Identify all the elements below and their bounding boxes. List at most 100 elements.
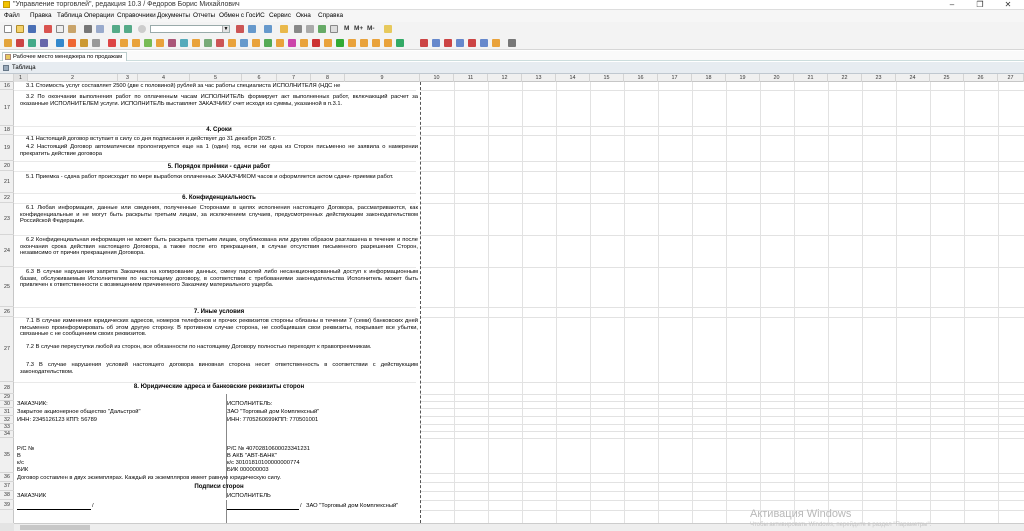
green-book-icon[interactable] — [396, 39, 404, 47]
open-folder-icon[interactable] — [16, 25, 24, 33]
memory-plus-button[interactable]: M+ — [354, 24, 363, 34]
menu-gosis[interactable]: Обмен с ГосИС — [219, 10, 265, 22]
row-header[interactable]: 21 — [0, 171, 14, 193]
import-icon[interactable] — [360, 39, 368, 47]
column-header[interactable]: 11 — [454, 74, 488, 82]
row-header[interactable]: 30 — [0, 401, 14, 408]
export-icon[interactable] — [348, 39, 356, 47]
column-header[interactable]: 6 — [242, 74, 277, 82]
calendar-icon[interactable] — [280, 25, 288, 33]
close-button[interactable]: ✕ — [994, 0, 1022, 10]
menu-reports[interactable]: Отчеты — [193, 10, 215, 22]
minimize-button[interactable]: – — [938, 0, 966, 10]
report-icon[interactable] — [276, 39, 284, 47]
row-header[interactable]: 33 — [0, 424, 14, 431]
row-header[interactable]: 35 — [0, 438, 14, 473]
column-header[interactable]: 16 — [624, 74, 658, 82]
row-header[interactable]: 16 — [0, 82, 14, 90]
row-header[interactable]: 29 — [0, 394, 14, 401]
row-header[interactable]: 22 — [0, 193, 14, 203]
menu-help[interactable]: Справка — [318, 10, 343, 22]
clear-search-icon[interactable] — [236, 25, 244, 33]
memory-button[interactable]: M — [344, 24, 349, 34]
find-next-icon[interactable] — [248, 25, 256, 33]
row-header[interactable]: 26 — [0, 307, 14, 317]
row-header[interactable]: 36 — [0, 473, 14, 482]
table-icon[interactable] — [294, 25, 302, 33]
find-icon[interactable] — [264, 25, 272, 33]
operations-icon[interactable] — [4, 39, 12, 47]
goods-icon[interactable] — [144, 39, 152, 47]
bank-icon[interactable] — [40, 39, 48, 47]
docs-icon[interactable] — [372, 39, 380, 47]
menu-file[interactable]: Файл — [4, 10, 20, 22]
analysis-icon[interactable] — [288, 39, 296, 47]
pricing-icon[interactable] — [156, 39, 164, 47]
row-header[interactable]: 28 — [0, 382, 14, 394]
redo-icon[interactable] — [124, 25, 132, 33]
post-icon[interactable] — [468, 39, 476, 47]
column-header[interactable]: 8 — [311, 74, 345, 82]
calculator-icon[interactable] — [306, 25, 314, 33]
order-icon[interactable] — [108, 39, 116, 47]
column-header[interactable]: 22 — [828, 74, 862, 82]
textbook-icon[interactable] — [318, 25, 326, 33]
cut-icon[interactable] — [44, 25, 52, 33]
delete-icon[interactable] — [444, 39, 452, 47]
new-document-icon[interactable] — [4, 25, 12, 33]
save-icon[interactable] — [28, 25, 36, 33]
history-icon[interactable] — [492, 39, 500, 47]
column-header[interactable]: 2 — [28, 74, 118, 82]
return-icon[interactable] — [92, 39, 100, 47]
customer-order-icon[interactable] — [120, 39, 128, 47]
undo-icon[interactable] — [112, 25, 120, 33]
menu-catalogs[interactable]: Справочники — [117, 10, 156, 22]
archive-icon[interactable] — [324, 39, 332, 47]
more-tools-icon[interactable] — [508, 39, 516, 47]
tab-sales-manager-workplace[interactable]: Рабочее место менеджера по продажам — [2, 52, 128, 61]
menu-documents[interactable]: Документы — [157, 10, 190, 22]
planning-icon[interactable] — [300, 39, 308, 47]
column-header[interactable]: 3 — [118, 74, 138, 82]
maximize-button[interactable]: ❐ — [966, 0, 994, 10]
column-header[interactable]: 26 — [964, 74, 998, 82]
column-header[interactable]: 4 — [138, 74, 190, 82]
invoice-icon[interactable] — [80, 39, 88, 47]
paste-icon[interactable] — [68, 25, 76, 33]
contacts-icon[interactable] — [180, 39, 188, 47]
row-header[interactable]: 37 — [0, 482, 14, 491]
print-form-icon[interactable] — [420, 39, 428, 47]
unpost-icon[interactable] — [480, 39, 488, 47]
purchase-icon[interactable] — [68, 39, 76, 47]
column-header[interactable]: 9 — [345, 74, 420, 82]
column-header[interactable]: 15 — [590, 74, 624, 82]
row-header[interactable]: 31 — [0, 408, 14, 416]
search-icon[interactable] — [138, 25, 146, 33]
column-header[interactable]: 25 — [930, 74, 964, 82]
row-header[interactable]: 34 — [0, 431, 14, 438]
menu-operations[interactable]: Операции — [84, 10, 114, 22]
refresh-icon[interactable] — [264, 39, 272, 47]
column-header[interactable]: 19 — [726, 74, 760, 82]
scrollbar-thumb[interactable] — [20, 525, 90, 530]
column-header[interactable]: 1 — [14, 74, 28, 82]
menu-table[interactable]: Таблица — [57, 10, 82, 22]
column-header[interactable]: 5 — [190, 74, 242, 82]
warehouse-icon[interactable] — [16, 39, 24, 47]
column-header[interactable]: 7 — [277, 74, 311, 82]
spreadsheet-area[interactable]: 3.1 Стоимость услуг составляет 2500 (две… — [14, 82, 1024, 523]
contracts-icon[interactable] — [168, 39, 176, 47]
row-header[interactable]: 17 — [0, 90, 14, 126]
copy-icon[interactable] — [56, 25, 64, 33]
check-icon[interactable] — [336, 39, 344, 47]
column-header[interactable]: 13 — [522, 74, 556, 82]
preview-icon[interactable] — [96, 25, 104, 33]
list-icon[interactable] — [456, 39, 464, 47]
supplier-order-icon[interactable] — [132, 39, 140, 47]
column-header[interactable]: 24 — [896, 74, 930, 82]
cash-icon[interactable] — [28, 39, 36, 47]
settings-icon[interactable] — [432, 39, 440, 47]
column-header[interactable]: 12 — [488, 74, 522, 82]
memo-icon[interactable] — [330, 25, 338, 33]
row-header[interactable]: 23 — [0, 203, 14, 235]
